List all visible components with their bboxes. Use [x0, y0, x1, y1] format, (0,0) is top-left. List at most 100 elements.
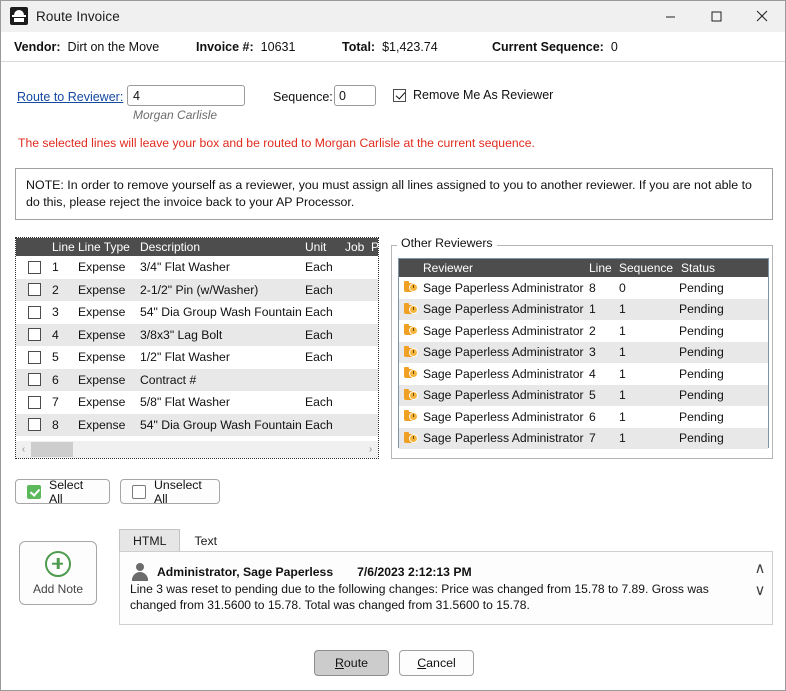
row-select-cell[interactable] — [16, 328, 52, 342]
row-select-cell[interactable] — [16, 305, 52, 319]
tab-html[interactable]: HTML — [119, 529, 181, 551]
table-row[interactable]: 4 Expense 3/8x3" Lag Bolt Each — [16, 323, 378, 346]
unselect-all-label: Unselect All — [154, 477, 202, 506]
cell-reviewer-line: 5 — [589, 388, 596, 403]
lines-header-job[interactable]: Job — [345, 240, 371, 254]
lines-header-description[interactable]: Description — [140, 240, 305, 254]
reviewer-row[interactable]: Sage Paperless Administrator 2 1 Pending — [399, 320, 768, 342]
row-select-cell[interactable] — [16, 418, 52, 432]
cell-reviewer-status: Pending — [679, 409, 724, 424]
total-label: Total: — [342, 39, 376, 54]
row-checkbox[interactable] — [27, 305, 41, 319]
minimize-icon — [665, 16, 675, 17]
cell-line: 4 — [52, 327, 59, 342]
scroll-left-icon[interactable]: ‹ — [16, 441, 31, 458]
route-to-reviewer-link[interactable]: Route to Reviewer: — [17, 90, 123, 104]
cell-line-type: Expense — [78, 327, 126, 342]
cell-reviewer: Sage Paperless Administrator — [423, 409, 584, 424]
reviewer-row[interactable]: Sage Paperless Administrator 8 0 Pending — [399, 277, 768, 299]
reviewer-row[interactable]: Sage Paperless Administrator 7 1 Pending — [399, 427, 768, 449]
lines-grid-horizontal-scrollbar[interactable]: ‹ › — [16, 441, 378, 458]
cell-reviewer: Sage Paperless Administrator — [423, 431, 584, 446]
checked-box-icon — [27, 484, 41, 499]
row-checkbox[interactable] — [27, 350, 41, 364]
table-row[interactable]: 3 Expense 54" Dia Group Wash Fountain Each — [16, 301, 378, 324]
row-checkbox[interactable] — [27, 283, 41, 297]
reviewer-row[interactable]: Sage Paperless Administrator 1 1 Pending — [399, 298, 768, 320]
cell-reviewer-status: Pending — [679, 302, 724, 317]
pending-clock-icon — [404, 388, 418, 402]
remove-me-as-reviewer-checkbox[interactable]: Remove Me As Reviewer — [393, 88, 553, 102]
row-select-cell[interactable] — [16, 373, 52, 387]
row-select-cell[interactable] — [16, 395, 52, 409]
reviewer-row[interactable]: Sage Paperless Administrator 3 1 Pending — [399, 341, 768, 363]
cell-reviewer-sequence: 0 — [619, 280, 626, 295]
row-select-cell[interactable] — [16, 350, 52, 364]
current-sequence-value: 0 — [610, 39, 618, 54]
cell-description: 54" Dia Group Wash Fountain — [140, 305, 302, 320]
invoice-lines-grid[interactable]: Line Line Type Description Unit Job Phas… — [15, 237, 405, 459]
reviewers-header-line[interactable]: Line — [589, 261, 619, 275]
reviewer-row[interactable]: Sage Paperless Administrator 4 1 Pending — [399, 363, 768, 385]
route-button[interactable]: Route — [314, 650, 389, 676]
reviewer-row[interactable]: Sage Paperless Administrator 6 1 Pending — [399, 406, 768, 428]
other-reviewers-grid[interactable]: Reviewer Line Sequence Status Sage Paper… — [398, 258, 769, 449]
row-select-cell[interactable] — [16, 283, 52, 297]
pending-clock-icon — [404, 410, 418, 423]
add-note-button[interactable]: Add Note — [19, 541, 97, 605]
unselect-all-button[interactable]: Unselect All — [120, 477, 220, 506]
lines-header-unit[interactable]: Unit — [305, 240, 345, 254]
note-body: Line 3 was reset to pending due to the f… — [130, 582, 709, 612]
lines-header-line[interactable]: Line — [52, 240, 78, 254]
row-checkbox[interactable] — [27, 328, 41, 342]
table-row[interactable]: 2 Expense 2-1/2" Pin (w/Washer) Each — [16, 278, 378, 301]
cell-description: Contract # — [140, 372, 197, 387]
scrollbar-track[interactable] — [73, 442, 363, 457]
reviewer-input[interactable] — [127, 85, 245, 106]
invoice-info-bar: Vendor: Dirt on the Move Invoice #: 1063… — [1, 32, 785, 62]
table-row[interactable]: 5 Expense 1/2" Flat Washer Each — [16, 346, 378, 369]
row-checkbox[interactable] — [27, 395, 41, 409]
cancel-button[interactable]: Cancel — [399, 650, 474, 676]
cell-reviewer-sequence: 1 — [619, 388, 626, 403]
cell-description: 3/4" Flat Washer — [140, 260, 230, 275]
lines-grid-header: Line Line Type Description Unit Job Phas… — [16, 238, 405, 256]
select-all-button[interactable]: Select All — [15, 478, 110, 506]
table-row[interactable]: 1 Expense 3/4" Flat Washer Each — [16, 256, 378, 279]
routing-warning-text: The selected lines will leave your box a… — [18, 136, 535, 150]
other-reviewers-legend: Other Reviewers — [397, 236, 497, 250]
scrollbar-thumb[interactable] — [31, 442, 73, 457]
remove-me-as-reviewer-label: Remove Me As Reviewer — [413, 88, 554, 102]
reviewers-header-reviewer[interactable]: Reviewer — [399, 261, 589, 275]
row-checkbox[interactable] — [27, 418, 41, 432]
cell-reviewer: Sage Paperless Administrator — [423, 345, 584, 360]
sequence-input[interactable] — [334, 85, 376, 106]
reviewers-header-status[interactable]: Status — [681, 261, 768, 275]
cell-reviewer: Sage Paperless Administrator — [423, 302, 584, 317]
table-row[interactable]: 8 Expense 54" Dia Group Wash Fountain Each — [16, 413, 378, 436]
reviewers-header-sequence[interactable]: Sequence — [619, 261, 681, 275]
route-invoice-window: Route Invoice Vendor: Dirt on the Move I… — [0, 0, 786, 691]
notes-scrollbar[interactable]: ∧ ∨ — [751, 558, 769, 602]
table-row[interactable]: 7 Expense 5/8" Flat Washer Each — [16, 391, 378, 414]
minimize-button[interactable] — [647, 1, 693, 32]
reviewer-status-icon-cell — [399, 410, 423, 423]
row-checkbox[interactable] — [27, 260, 41, 274]
maximize-button[interactable] — [693, 1, 739, 32]
cell-unit: Each — [305, 350, 333, 365]
total-group: Total: $1,423.74 — [342, 40, 492, 54]
cancel-label-rest: ancel — [426, 656, 456, 670]
scroll-up-icon[interactable]: ∧ — [755, 558, 766, 580]
scroll-right-icon[interactable]: › — [363, 441, 378, 458]
tab-text[interactable]: Text — [180, 529, 231, 551]
row-checkbox[interactable] — [27, 373, 41, 387]
lines-header-line-type[interactable]: Line Type — [78, 240, 140, 254]
close-button[interactable] — [739, 1, 785, 32]
table-row[interactable]: 6 Expense Contract # — [16, 368, 378, 391]
cell-reviewer-line: 3 — [589, 345, 596, 360]
reviewer-row[interactable]: Sage Paperless Administrator 5 1 Pending — [399, 384, 768, 406]
scroll-down-icon[interactable]: ∨ — [755, 580, 766, 602]
invoice-number-value: 10631 — [260, 39, 296, 54]
cell-line: 7 — [52, 395, 59, 410]
row-select-cell[interactable] — [16, 260, 52, 274]
